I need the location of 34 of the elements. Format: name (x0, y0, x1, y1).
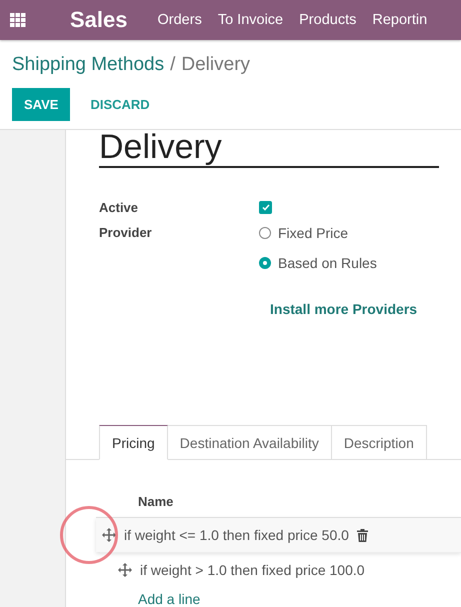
install-providers-link[interactable]: Install more Providers (270, 301, 461, 317)
radio-button[interactable] (259, 227, 271, 239)
dragged-row[interactable]: if weight <= 1.0 then fixed price 50.0 (96, 517, 461, 552)
column-header: Name (138, 494, 174, 509)
table-row[interactable]: if weight > 1.0 then fixed price 100.0 (100, 552, 461, 587)
tab[interactable]: Pricing (99, 425, 168, 460)
save-button[interactable]: SAVE (12, 88, 70, 121)
check-icon (262, 204, 270, 211)
trash-icon[interactable] (356, 528, 368, 542)
app-grid-icon[interactable] (10, 13, 26, 27)
breadcrumb-link[interactable]: Shipping Methods (12, 54, 164, 76)
rule-name: if weight <= 1.0 then fixed price 50.0 (124, 527, 349, 543)
click-highlight-ring (60, 506, 118, 564)
discard-button[interactable]: DISCARD (78, 88, 162, 121)
field-label: Active (99, 200, 140, 215)
breadcrumb-separator: / (170, 54, 176, 76)
move-handle-icon[interactable] (118, 563, 132, 577)
breadcrumb-current: Delivery (181, 54, 250, 76)
menu-item[interactable]: To Invoice (218, 12, 284, 28)
add-line-link[interactable]: Add a line (138, 591, 461, 607)
menu-item[interactable]: Orders (158, 12, 202, 28)
rule-name: if weight > 1.0 then fixed price 100.0 (140, 562, 365, 578)
field-label: Provider (99, 225, 153, 240)
active-checkbox[interactable] (259, 201, 272, 214)
app-title: Sales (70, 7, 128, 33)
radio-label[interactable]: Fixed Price (278, 225, 348, 241)
radio-label[interactable]: Based on Rules (278, 255, 377, 271)
menu-item[interactable]: Products (299, 12, 356, 28)
record-title[interactable]: Delivery (99, 130, 439, 168)
radio-button[interactable] (259, 257, 271, 269)
tab[interactable]: Description (332, 425, 427, 460)
menu-item[interactable]: Reportin (372, 12, 428, 28)
move-handle-icon[interactable] (102, 528, 116, 542)
tab[interactable]: Destination Availability (168, 425, 332, 460)
